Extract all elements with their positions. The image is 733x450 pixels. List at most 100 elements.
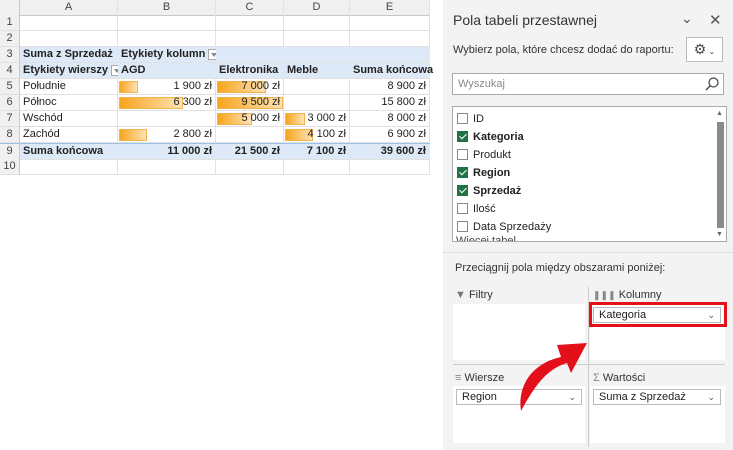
grand-total-cell[interactable]: 11 000 zł (118, 144, 216, 160)
field-label: Region (473, 167, 511, 179)
column-labels-cell[interactable]: Etykiety kolumn (118, 47, 220, 63)
row-number[interactable]: 1 (0, 15, 20, 31)
row-number[interactable]: 2 (0, 31, 20, 47)
field-item-sprzedaż[interactable]: Sprzedaż (453, 183, 713, 199)
cell[interactable] (350, 159, 430, 175)
cell[interactable] (284, 47, 350, 63)
more-tables-link[interactable]: Więcej tabel... (456, 235, 525, 241)
search-input[interactable]: Wyszukaj (452, 73, 724, 95)
field-label: Kategoria (473, 131, 524, 143)
checkbox[interactable] (457, 149, 468, 160)
row-label-cell[interactable]: Południe (20, 79, 118, 95)
field-item-data-sprzedaży[interactable]: Data Sprzedaży (453, 219, 713, 235)
cell[interactable] (216, 47, 284, 63)
cell[interactable] (20, 15, 118, 31)
grand-total-cell[interactable]: 39 600 zł (350, 144, 430, 160)
data-bar (285, 113, 305, 125)
rows-area-label: ≡ Wiersze (455, 372, 505, 384)
cell[interactable] (216, 31, 284, 47)
row-number[interactable]: 9 (0, 144, 20, 160)
row-number[interactable]: 8 (0, 127, 20, 143)
column-label-cell[interactable]: Meble (284, 63, 350, 79)
cell[interactable] (20, 159, 118, 175)
select-all-corner[interactable] (0, 0, 20, 16)
value-cell[interactable]: 8 000 zł (350, 111, 430, 127)
values-drop-area[interactable]: Suma z Sprzedaż ⌄ (590, 386, 725, 443)
cell[interactable] (284, 159, 350, 175)
value-cell[interactable]: 3 000 zł (284, 111, 350, 127)
highlight-box (589, 302, 727, 327)
value-cell[interactable]: 8 900 zł (350, 79, 430, 95)
checkbox[interactable] (457, 131, 468, 142)
field-item-ilość[interactable]: Ilość (453, 201, 713, 217)
close-icon[interactable]: ✕ (709, 11, 722, 29)
value-cell[interactable] (118, 111, 216, 127)
scrollbar[interactable]: ▲ ▼ (714, 107, 726, 241)
tools-button[interactable]: ⚙ ⌄ (686, 37, 723, 62)
field-item-produkt[interactable]: Produkt (453, 147, 713, 163)
cell[interactable] (20, 31, 118, 47)
column-label-cell[interactable]: AGD (118, 63, 216, 79)
values-field-suma[interactable]: Suma z Sprzedaż ⌄ (593, 389, 721, 405)
field-item-region[interactable]: Region (453, 165, 713, 181)
checkbox[interactable] (457, 113, 468, 124)
row-number[interactable]: 7 (0, 111, 20, 127)
value-cell[interactable]: 4 100 zł (284, 127, 350, 143)
column-label-cell[interactable]: Suma końcowa (350, 63, 433, 79)
cell[interactable] (216, 15, 284, 31)
field-item-kategoria[interactable]: Kategoria (453, 129, 713, 145)
cell[interactable] (350, 47, 430, 63)
field-list: ▲ ▼ ID Kategoria Produkt Region Sprzedaż Iloś… (452, 106, 727, 242)
filters-area-label: ▼ Filtry (455, 289, 493, 301)
chevron-down-icon: ⌄ (707, 392, 715, 402)
cell[interactable] (284, 31, 350, 47)
column-label-cell[interactable]: Elektronika (216, 63, 284, 79)
field-item-id[interactable]: ID (453, 111, 713, 127)
row-number[interactable]: 6 (0, 95, 20, 111)
column-header[interactable]: B (118, 0, 216, 16)
field-label: Produkt (473, 149, 511, 161)
row-number[interactable]: 3 (0, 47, 20, 63)
cell[interactable] (118, 159, 216, 175)
checkbox[interactable] (457, 221, 468, 232)
value-cell[interactable] (216, 127, 284, 143)
cell[interactable] (350, 31, 430, 47)
values-label-cell[interactable]: Suma z Sprzedaż (20, 47, 118, 63)
value-cell[interactable]: 1 900 zł (118, 79, 216, 95)
grand-total-cell[interactable]: 7 100 zł (284, 144, 350, 160)
row-number[interactable]: 5 (0, 79, 20, 95)
column-header[interactable]: A (20, 0, 118, 16)
row-number[interactable]: 4 (0, 63, 20, 79)
value-cell[interactable] (284, 95, 350, 111)
grand-total-cell[interactable]: 21 500 zł (216, 144, 284, 160)
column-header[interactable]: E (350, 0, 430, 16)
chevron-down-icon[interactable]: ⌄ (681, 10, 693, 27)
cell[interactable] (118, 31, 216, 47)
drag-hint: Przeciągnij pola między obszarami poniże… (455, 262, 666, 274)
column-header[interactable]: D (284, 0, 350, 16)
value-cell[interactable]: 5 000 zł (216, 111, 284, 127)
value-cell[interactable]: 2 800 zł (118, 127, 216, 143)
row-label-cell[interactable]: Zachód (20, 127, 118, 143)
grand-total-label[interactable]: Suma końcowa (20, 144, 118, 160)
row-number[interactable]: 10 (0, 159, 20, 175)
cell[interactable] (284, 15, 350, 31)
checkbox[interactable] (457, 167, 468, 178)
cell[interactable] (350, 15, 430, 31)
value-cell[interactable]: 15 800 zł (350, 95, 430, 111)
row-labels-cell[interactable]: Etykiety wierszy (20, 63, 122, 79)
value-cell[interactable] (284, 79, 350, 95)
value-cell[interactable]: 6 300 zł (118, 95, 216, 111)
value-cell[interactable]: 9 500 zł (216, 95, 284, 111)
checkbox[interactable] (457, 203, 468, 214)
cell[interactable] (118, 15, 216, 31)
row-label-cell[interactable]: Północ (20, 95, 118, 111)
value-cell[interactable]: 6 900 zł (350, 127, 430, 143)
checkbox[interactable] (457, 185, 468, 196)
row-label-cell[interactable]: Wschód (20, 111, 118, 127)
value-cell[interactable]: 7 000 zł (216, 79, 284, 95)
column-header[interactable]: C (216, 0, 284, 16)
sheet-row: 2 (0, 31, 430, 47)
cell[interactable] (216, 159, 284, 175)
scrollbar-thumb[interactable] (717, 122, 724, 228)
